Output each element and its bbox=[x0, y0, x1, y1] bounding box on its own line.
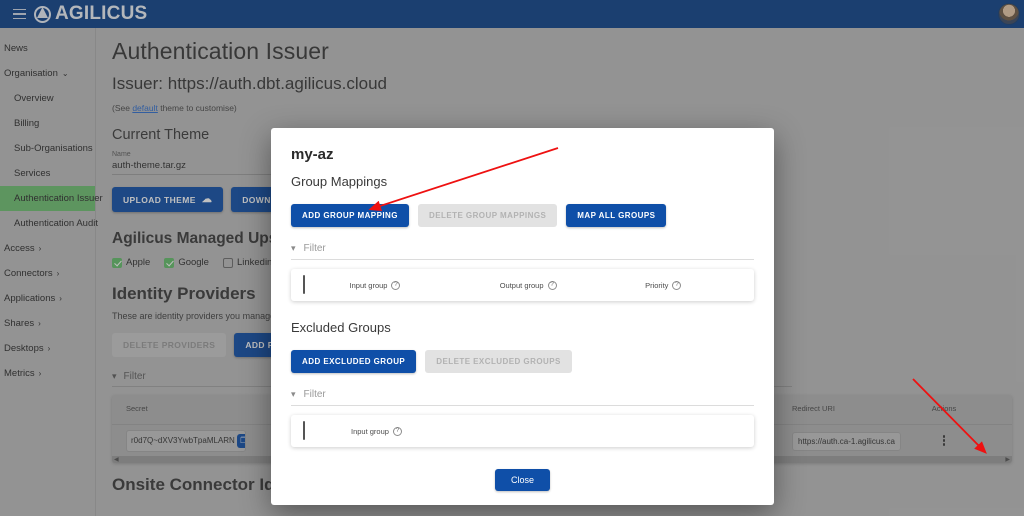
checkbox-icon[interactable] bbox=[303, 421, 305, 440]
help-icon[interactable]: ? bbox=[672, 281, 681, 290]
th-priority: Priority ? bbox=[645, 281, 742, 290]
th-priority-label: Priority bbox=[645, 281, 668, 290]
add-group-mapping-label: ADD GROUP MAPPING bbox=[302, 211, 398, 220]
map-all-groups-button[interactable]: MAP ALL GROUPS bbox=[566, 204, 666, 227]
th-excluded-input-group: Input group ? bbox=[351, 427, 506, 436]
group-mappings-heading: Group Mappings bbox=[291, 174, 754, 189]
select-all-cell bbox=[303, 422, 351, 440]
group-mappings-button-row: ADD GROUP MAPPING DELETE GROUP MAPPINGS … bbox=[291, 204, 754, 227]
add-excluded-group-label: ADD EXCLUDED GROUP bbox=[302, 357, 405, 366]
checkbox-icon[interactable] bbox=[303, 275, 305, 294]
th-input-group: Input group ? bbox=[350, 281, 500, 290]
excluded-groups-filter-placeholder: Filter bbox=[304, 389, 326, 400]
group-mappings-filter-placeholder: Filter bbox=[304, 243, 326, 254]
map-all-groups-label: MAP ALL GROUPS bbox=[577, 211, 655, 220]
dialog-footer: Close bbox=[291, 469, 754, 505]
delete-excluded-groups-button[interactable]: DELETE EXCLUDED GROUPS bbox=[425, 350, 572, 373]
filter-icon: ▾ bbox=[291, 389, 296, 400]
excluded-groups-button-row: ADD EXCLUDED GROUP DELETE EXCLUDED GROUP… bbox=[291, 350, 754, 373]
help-icon[interactable]: ? bbox=[393, 427, 402, 436]
th-output-group-label: Output group bbox=[500, 281, 544, 290]
filter-icon: ▾ bbox=[291, 243, 296, 254]
group-mappings-dialog: my-az Group Mappings ADD GROUP MAPPING D… bbox=[271, 128, 774, 505]
delete-excluded-groups-label: DELETE EXCLUDED GROUPS bbox=[436, 357, 561, 366]
close-button-label: Close bbox=[511, 475, 534, 485]
group-mappings-filter[interactable]: ▾ Filter bbox=[291, 243, 754, 260]
help-icon[interactable]: ? bbox=[548, 281, 557, 290]
excluded-groups-heading: Excluded Groups bbox=[291, 320, 754, 335]
delete-group-mappings-button[interactable]: DELETE GROUP MAPPINGS bbox=[418, 204, 557, 227]
group-mappings-table-header: Input group ? Output group ? Priority ? bbox=[291, 269, 754, 301]
close-button[interactable]: Close bbox=[495, 469, 550, 491]
th-output-group: Output group ? bbox=[500, 281, 645, 290]
help-icon[interactable]: ? bbox=[391, 281, 400, 290]
delete-group-mappings-label: DELETE GROUP MAPPINGS bbox=[429, 211, 546, 220]
excluded-groups-table-header: Input group ? bbox=[291, 415, 754, 447]
add-excluded-group-button[interactable]: ADD EXCLUDED GROUP bbox=[291, 350, 416, 373]
th-input-group-label: Input group bbox=[350, 281, 388, 290]
th-excluded-input-group-label: Input group bbox=[351, 427, 389, 436]
excluded-groups-filter[interactable]: ▾ Filter bbox=[291, 389, 754, 406]
add-group-mapping-button[interactable]: ADD GROUP MAPPING bbox=[291, 204, 409, 227]
app-root: AGILICUS News Organisation ⌄ Overview Bi… bbox=[0, 0, 1024, 516]
dialog-title: my-az bbox=[291, 146, 754, 163]
select-all-cell bbox=[303, 276, 350, 294]
